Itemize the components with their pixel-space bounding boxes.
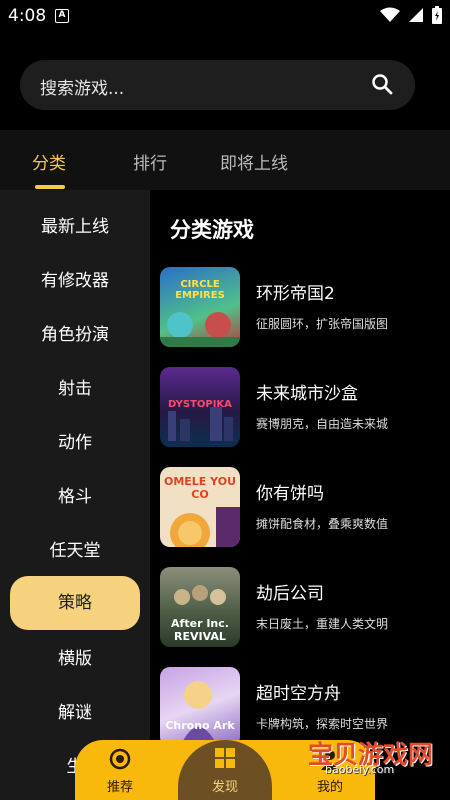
category-sidebar: 最新上线 有修改器 角色扮演 射击 动作 格斗 任天堂 策略 横版 解谜 生 (0, 190, 150, 800)
category-item[interactable]: 解谜 (0, 686, 150, 740)
status-icons (380, 6, 442, 24)
search-section: 搜索游戏... (0, 32, 450, 130)
game-thumbnail: OMELE YOU CO (160, 467, 240, 547)
nav-discover[interactable]: 发现 (180, 740, 270, 800)
game-name: 你有饼吗 (256, 484, 324, 504)
category-item[interactable]: 动作 (0, 416, 150, 470)
category-item[interactable]: 有修改器 (0, 254, 150, 308)
tab-category[interactable]: 分类 (32, 149, 66, 174)
category-item[interactable]: 角色扮演 (0, 308, 150, 362)
target-icon (109, 748, 131, 770)
nav-label: 推荐 (106, 780, 133, 795)
wifi-icon (380, 7, 400, 22)
game-thumbnail-text: Chrono Ark (165, 719, 235, 732)
game-art-icon (160, 312, 240, 347)
game-description: 征服圆环，扩张帝国版图 (256, 317, 389, 331)
grid-icon (215, 748, 235, 768)
game-art-icon (180, 681, 218, 747)
game-description: 卡牌构筑，探索时空世界 (256, 717, 389, 731)
game-description: 赛博朋克，自由造未来城 (256, 417, 389, 431)
game-description: 末日废土，重建人类文明 (256, 617, 389, 631)
watermark-url: baobeiy.com (325, 763, 395, 776)
game-thumbnail: After Inc. REVIVAL (160, 567, 240, 647)
game-name: 超时空方舟 (256, 684, 341, 704)
category-item[interactable]: 横版 (0, 632, 150, 686)
nav-label: 我的 (316, 780, 343, 795)
game-thumbnail-text: DYSTOPIKA (168, 399, 232, 410)
game-item[interactable]: DYSTOPIKA 未来城市沙盒 赛博朋克，自由造未来城 (160, 367, 450, 451)
status-bar: 4:08 A (0, 0, 450, 32)
tab-ranking[interactable]: 排行 (133, 149, 167, 174)
game-art-icon (170, 507, 240, 547)
game-thumbnail-text: After Inc. REVIVAL (171, 617, 229, 643)
section-title: 分类游戏 (170, 218, 254, 242)
game-thumbnail: DYSTOPIKA (160, 367, 240, 447)
category-item[interactable]: 射击 (0, 362, 150, 416)
cellular-icon (409, 8, 423, 22)
search-input[interactable]: 搜索游戏... (20, 60, 415, 110)
tab-bar: 分类 排行 即将上线 (0, 130, 450, 190)
category-item[interactable]: 格斗 (0, 470, 150, 524)
search-icon[interactable] (371, 73, 393, 95)
battery-icon (432, 6, 442, 24)
game-description: 摊饼配食材，叠乘爽数值 (256, 517, 389, 531)
game-item[interactable]: After Inc. REVIVAL 劫后公司 末日废土，重建人类文明 (160, 567, 450, 651)
notification-icon: A (55, 9, 69, 23)
game-name: 劫后公司 (256, 584, 324, 604)
search-placeholder: 搜索游戏... (40, 79, 125, 99)
game-thumbnail-text: CIRCLE EMPIRES (175, 279, 225, 301)
game-thumbnail: Chrono Ark (160, 667, 240, 747)
status-time: 4:08 (8, 6, 47, 26)
nav-label: 发现 (211, 780, 238, 795)
category-item[interactable]: 任天堂 (0, 524, 150, 578)
game-item[interactable]: OMELE YOU CO 你有饼吗 摊饼配食材，叠乘爽数值 (160, 467, 450, 551)
game-list-panel: 分类游戏 CIRCLE EMPIRES 环形帝国2 征服圆环，扩张帝国版图 DY… (150, 190, 450, 800)
tab-indicator (35, 185, 65, 189)
category-item[interactable]: 最新上线 (0, 200, 150, 254)
category-item-active[interactable]: 策略 (10, 576, 140, 630)
game-item[interactable]: CIRCLE EMPIRES 环形帝国2 征服圆环，扩张帝国版图 (160, 267, 450, 351)
nav-recommend[interactable]: 推荐 (75, 740, 165, 800)
game-name: 环形帝国2 (256, 284, 335, 304)
game-name: 未来城市沙盒 (256, 384, 358, 404)
game-thumbnail-text: OMELE YOU CO (163, 475, 237, 501)
tab-upcoming[interactable]: 即将上线 (220, 149, 288, 174)
game-thumbnail: CIRCLE EMPIRES (160, 267, 240, 347)
